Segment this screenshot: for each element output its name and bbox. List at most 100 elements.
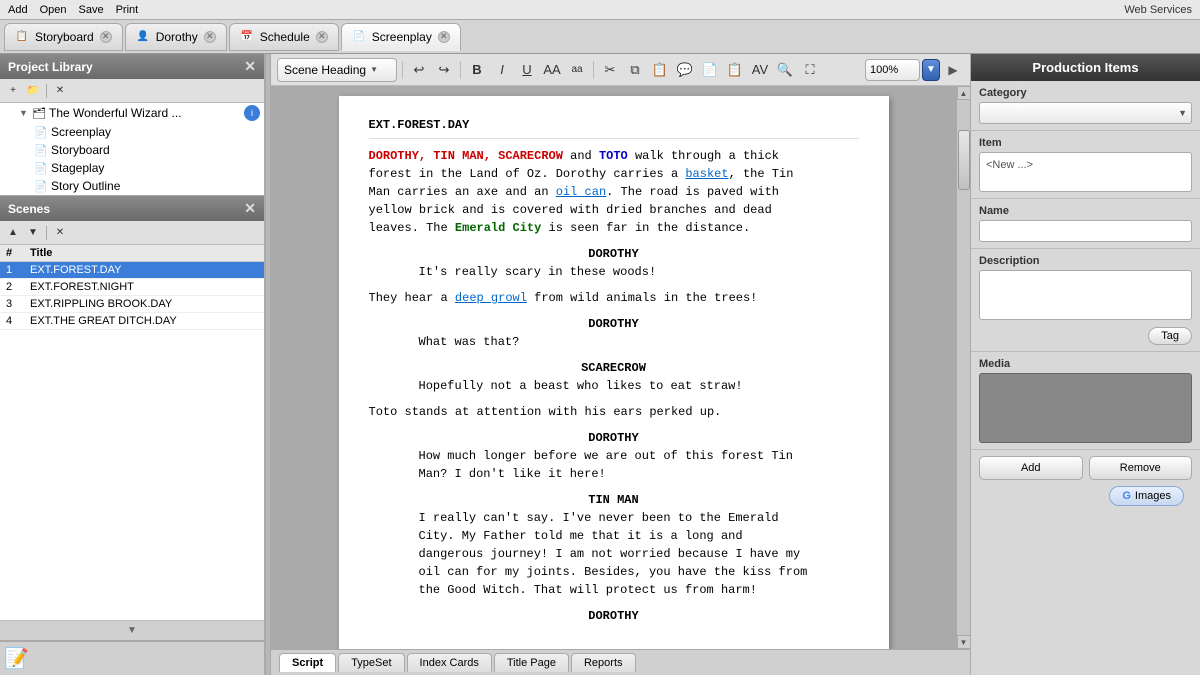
cut-btn[interactable]: ✂ bbox=[599, 59, 621, 81]
tab-schedule[interactable]: 📅 Schedule ✕ bbox=[229, 23, 339, 51]
storyboard-tab-close[interactable]: ✕ bbox=[100, 31, 112, 43]
dialogue: Hopefully not a beast who likes to eat s… bbox=[419, 377, 809, 395]
tag-button[interactable]: Tag bbox=[1148, 327, 1192, 345]
tab-index-cards[interactable]: Index Cards bbox=[407, 653, 492, 672]
tab-reports[interactable]: Reports bbox=[571, 653, 636, 672]
search-btn[interactable]: 🔍 bbox=[774, 59, 796, 81]
paste-btn[interactable]: 📋 bbox=[649, 59, 671, 81]
new-folder-btn[interactable]: 📁 bbox=[24, 82, 42, 100]
character-name: SCARECROW bbox=[369, 359, 859, 377]
project-library-close[interactable]: ✕ bbox=[244, 58, 256, 75]
add-item-btn[interactable]: + bbox=[4, 82, 22, 100]
scenes-scroll[interactable]: ▼ bbox=[0, 620, 264, 640]
scene-title: EXT.THE GREAT DITCH.DAY bbox=[24, 313, 264, 330]
underline-btn[interactable]: U bbox=[516, 59, 538, 81]
scene-row[interactable]: 4EXT.THE GREAT DITCH.DAY bbox=[0, 313, 264, 330]
menu-print[interactable]: Print bbox=[116, 4, 139, 16]
category-select[interactable]: ▼ bbox=[979, 102, 1192, 124]
scenes-close-btn[interactable]: ✕ bbox=[51, 224, 69, 242]
action-paragraph: DOROTHY, TIN MAN, SCARECROW and TOTO wal… bbox=[369, 147, 859, 237]
copy-btn[interactable]: ⧉ bbox=[624, 59, 646, 81]
scroll-up-btn[interactable]: ▲ bbox=[957, 86, 971, 100]
scenes-close[interactable]: ✕ bbox=[244, 200, 256, 217]
scene-row[interactable]: 3EXT.RIPPLING BROOK.DAY bbox=[0, 296, 264, 313]
bold-btn[interactable]: B bbox=[466, 59, 488, 81]
close-panel-btn[interactable]: ✕ bbox=[51, 82, 69, 100]
dorothy-tab-close[interactable]: ✕ bbox=[204, 31, 216, 43]
tab-screenplay[interactable]: 📄 Screenplay ✕ bbox=[341, 23, 461, 51]
zoom-down-arrow[interactable]: ▼ bbox=[922, 59, 940, 81]
highlighted-text: Emerald City bbox=[455, 221, 541, 235]
redo-btn[interactable]: ↪ bbox=[433, 59, 455, 81]
scene-title: EXT.RIPPLING BROOK.DAY bbox=[24, 296, 264, 313]
add-button[interactable]: Add bbox=[979, 456, 1083, 480]
category-label: Category bbox=[979, 87, 1192, 99]
screenplay-tab-close[interactable]: ✕ bbox=[438, 31, 450, 43]
media-box bbox=[979, 373, 1192, 443]
undo-btn[interactable]: ↩ bbox=[408, 59, 430, 81]
script-container: EXT.FOREST.DAY DOROTHY, TIN MAN, SCARECRO… bbox=[271, 86, 970, 649]
schedule-tab-label: Schedule bbox=[260, 30, 310, 44]
tree-item-storyboard[interactable]: 📄 Storyboard bbox=[0, 141, 264, 159]
dialogue: What was that? bbox=[419, 333, 809, 351]
tab-typeset[interactable]: TypeSet bbox=[338, 653, 404, 672]
scroll-down-btn[interactable]: ▼ bbox=[957, 635, 971, 649]
category-select-arrow: ▼ bbox=[1178, 108, 1187, 118]
name-label: Name bbox=[979, 205, 1192, 217]
highlighted-text: basket bbox=[685, 167, 728, 181]
bottom-tabs: Script TypeSet Index Cards Title Page Re… bbox=[271, 649, 970, 675]
project-library-title: Project Library bbox=[8, 60, 93, 74]
tab-title-page[interactable]: Title Page bbox=[494, 653, 569, 672]
bigger-font-btn[interactable]: AA bbox=[541, 59, 563, 81]
tab-dorothy[interactable]: 👤 Dorothy ✕ bbox=[125, 23, 227, 51]
tab-bar: 📋 Storyboard ✕ 👤 Dorothy ✕ 📅 Schedule ✕ … bbox=[0, 20, 1200, 54]
name-section: Name bbox=[971, 199, 1200, 249]
notes-icon[interactable]: 📝 bbox=[4, 646, 29, 671]
description-textarea[interactable] bbox=[979, 270, 1192, 320]
fullscreen-btn[interactable]: ⛶ bbox=[799, 59, 821, 81]
style-selector[interactable]: Scene Heading ▼ bbox=[277, 58, 397, 82]
format-btn[interactable]: AV bbox=[749, 59, 771, 81]
highlighted-text: TOTO bbox=[599, 149, 628, 163]
tree-item-wonderful-wizard[interactable]: ▼ 🗂 The Wonderful Wizard ... i bbox=[0, 103, 264, 123]
style-selector-label: Scene Heading bbox=[284, 63, 366, 77]
scroll-thumb[interactable] bbox=[958, 130, 970, 190]
dorothy-tab-label: Dorothy bbox=[156, 30, 198, 44]
menu-save[interactable]: Save bbox=[79, 4, 104, 16]
scene-row[interactable]: 1EXT.FOREST.DAY bbox=[0, 262, 264, 279]
smaller-font-btn[interactable]: aa bbox=[566, 59, 588, 81]
nav-next-arrow[interactable]: ▶ bbox=[942, 59, 964, 81]
italic-btn[interactable]: I bbox=[491, 59, 513, 81]
remove-button[interactable]: Remove bbox=[1089, 456, 1193, 480]
scenes-sep bbox=[46, 226, 47, 240]
images-button[interactable]: G Images bbox=[1109, 486, 1184, 506]
scenes-down-btn[interactable]: ▼ bbox=[24, 224, 42, 242]
highlighted-text: oil can bbox=[556, 185, 606, 199]
comment-btn[interactable]: 💬 bbox=[674, 59, 696, 81]
script-page[interactable]: EXT.FOREST.DAY DOROTHY, TIN MAN, SCARECRO… bbox=[339, 96, 889, 649]
scenes-up-btn[interactable]: ▲ bbox=[4, 224, 22, 242]
menu-add[interactable]: Add bbox=[8, 4, 28, 16]
doc-btn[interactable]: 📄 bbox=[699, 59, 721, 81]
left-sidebar: Project Library ✕ + 📁 ✕ ▼ 🗂 The Wonderfu… bbox=[0, 54, 265, 675]
tree-item-screenplay[interactable]: 📄 Screenplay bbox=[0, 123, 264, 141]
dialogue: How much longer before we are out of thi… bbox=[419, 447, 809, 483]
clipboard2-btn[interactable]: 📋 bbox=[724, 59, 746, 81]
tree-item-story-outline[interactable]: 📄 Story Outline bbox=[0, 177, 264, 195]
scene-heading: EXT.FOREST.DAY bbox=[369, 116, 859, 139]
tab-storyboard[interactable]: 📋 Storyboard ✕ bbox=[4, 23, 123, 51]
sidebar-bottom: 📝 bbox=[0, 641, 264, 675]
item-new-value[interactable]: <New ...> bbox=[984, 157, 1187, 173]
scene-row[interactable]: 2EXT.FOREST.NIGHT bbox=[0, 279, 264, 296]
name-input[interactable] bbox=[979, 220, 1192, 242]
scene-num: 2 bbox=[0, 279, 24, 296]
tree-label-story-outline: Story Outline bbox=[51, 179, 260, 193]
character-name: DOROTHY bbox=[369, 315, 859, 333]
web-services[interactable]: Web Services bbox=[1124, 4, 1192, 16]
tab-script[interactable]: Script bbox=[279, 653, 336, 672]
menu-open[interactable]: Open bbox=[40, 4, 67, 16]
schedule-tab-icon: 📅 bbox=[240, 30, 254, 44]
tree-item-stageplay[interactable]: 📄 Stageplay bbox=[0, 159, 264, 177]
schedule-tab-close[interactable]: ✕ bbox=[316, 31, 328, 43]
ed-sep3 bbox=[593, 61, 594, 79]
